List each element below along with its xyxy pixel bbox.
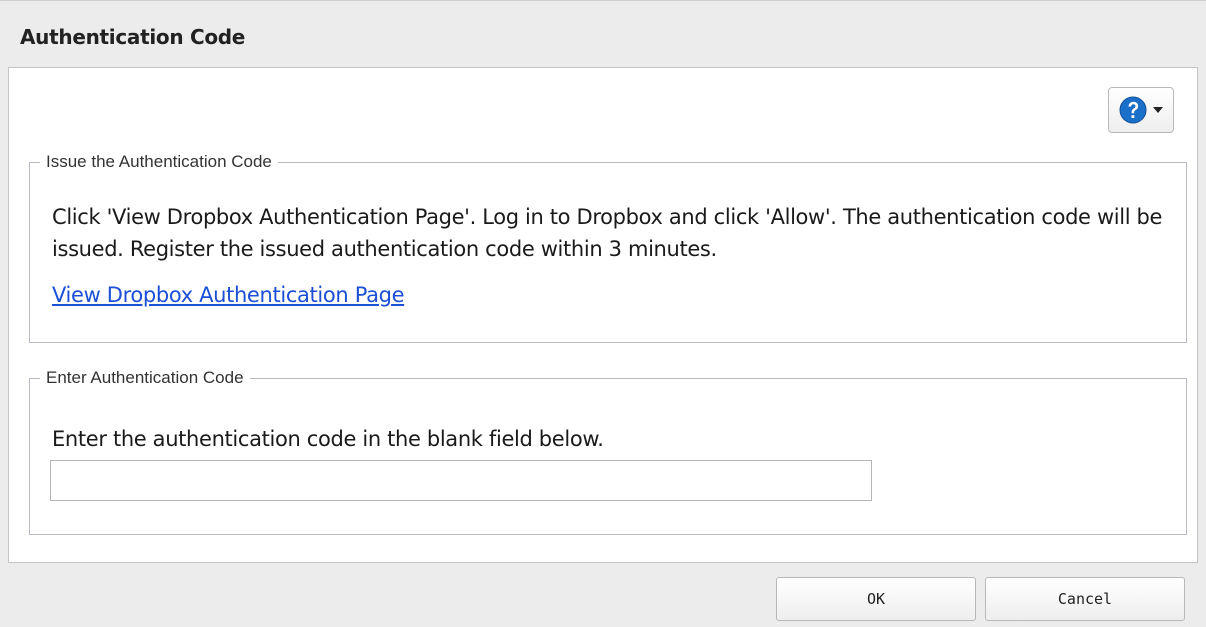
- issue-instruction-text: Click 'View Dropbox Authentication Page'…: [52, 205, 1163, 261]
- view-dropbox-authentication-page-link[interactable]: View Dropbox Authentication Page: [52, 280, 404, 310]
- cancel-button[interactable]: Cancel: [985, 577, 1185, 621]
- enter-instruction-text: Enter the authentication code in the bla…: [52, 427, 604, 451]
- chevron-down-icon: [1153, 107, 1163, 113]
- ok-button[interactable]: OK: [776, 577, 976, 621]
- help-menu-button[interactable]: [1108, 87, 1174, 133]
- issue-section-legend: Issue the Authentication Code: [46, 152, 272, 171]
- question-circle-icon: [1119, 96, 1147, 124]
- authentication-code-dialog: Authentication Code Issue the Authentica…: [0, 0, 1206, 627]
- enter-section-legend: Enter Authentication Code: [46, 368, 244, 387]
- dialog-title: Authentication Code: [20, 25, 246, 49]
- authentication-code-input[interactable]: [50, 460, 872, 501]
